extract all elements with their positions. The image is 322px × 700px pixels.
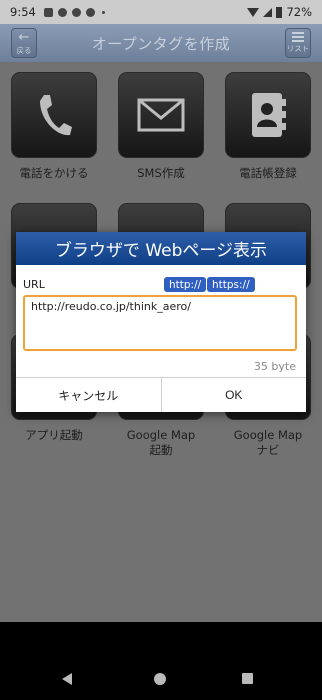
notification-icon [85,7,95,17]
notification-icon [57,7,67,17]
back-arrow-icon: ← [18,29,30,45]
cancel-button[interactable]: キャンセル [16,378,161,412]
notification-icon [71,7,81,17]
tile-sms[interactable] [118,72,204,158]
https-prefix-button[interactable]: https:// [207,277,255,292]
phone-icon [40,95,72,136]
byte-count: 35 byte [253,360,296,373]
tile-label-contacts: 電話帳登録 [239,166,297,180]
list-icon [292,32,304,42]
list-button[interactable]: リスト [285,28,311,58]
dialog-title: ブラウザで Webページ表示 [16,232,306,265]
wifi-icon [247,7,260,17]
nav-back-icon[interactable] [62,673,72,685]
dialog-body: URL http:// https:// http://reudo.co.jp/… [16,265,306,377]
url-input[interactable]: http://reudo.co.jp/think_aero/ [23,295,297,351]
tile-label-app-launch: アプリ起動 [25,428,83,442]
status-bar: 9:54 72% [0,0,322,24]
back-button-label: 戻る [16,45,32,55]
contacts-icon [252,93,286,137]
tile-contacts[interactable] [225,72,311,158]
nav-home-icon[interactable] [154,673,166,685]
tile-phone[interactable] [11,72,97,158]
tile-label-google-map-navi: Google Map ナビ [233,428,303,457]
mail-icon [137,98,185,132]
app-header: ← 戻る オープンタグを作成 リスト [0,24,322,62]
nav-recents-icon[interactable] [242,673,253,684]
tile-label-phone: 電話をかける [19,166,89,180]
tile-label-google-map: Google Map 起動 [126,428,196,457]
url-label: URL [23,278,45,291]
dialog-buttons: キャンセル OK [16,377,306,412]
more-notifications-icon [101,10,105,14]
status-right: 72% [247,5,312,19]
browser-url-dialog: ブラウザで Webページ表示 URL http:// https:// http… [16,232,306,412]
signal-icon [263,7,273,17]
battery-icon [276,6,283,18]
http-prefix-button[interactable]: http:// [164,277,207,292]
notification-icon [43,7,53,17]
ok-button[interactable]: OK [160,378,306,412]
list-button-label: リスト [286,44,310,53]
tile-label-sms: SMS作成 [137,166,185,180]
status-time: 9:54 [10,5,36,19]
battery-percent: 72% [286,5,312,19]
navigation-bar [0,622,322,700]
back-button[interactable]: ← 戻る [11,28,37,58]
page-title: オープンタグを作成 [91,34,231,53]
